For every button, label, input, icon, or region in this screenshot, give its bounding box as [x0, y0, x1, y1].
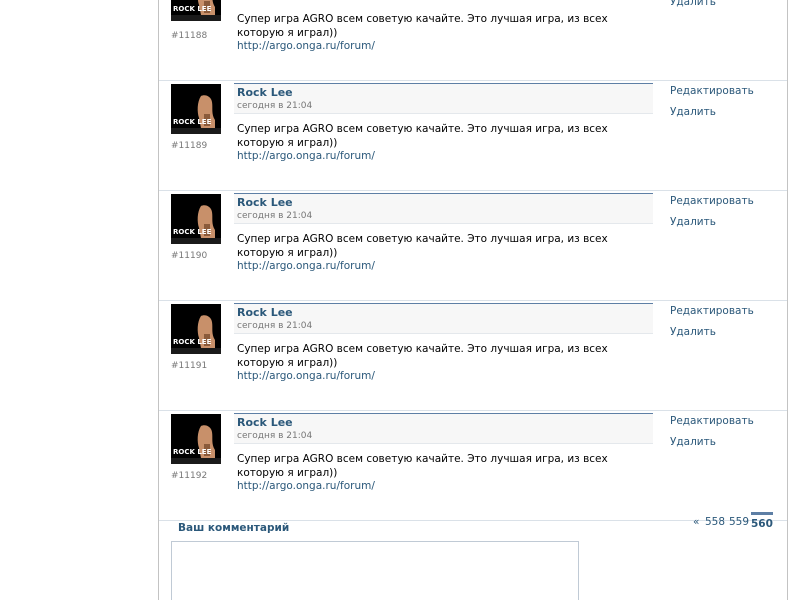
post-item: ROCK LEE #11190 Rock Lee сегодня в 21:04…: [159, 191, 787, 301]
post-header: Rock Lee сегодня в 21:04: [234, 193, 653, 224]
comment-label: Ваш комментарий: [178, 522, 290, 534]
pagination-current-page: 560: [751, 512, 773, 530]
avatar-caption: ROCK LEE: [173, 228, 212, 236]
delete-button[interactable]: Удалить: [670, 106, 716, 118]
post-author[interactable]: Rock Lee: [237, 196, 293, 209]
post-header: Rock Lee сегодня в 21:04: [234, 413, 653, 444]
post-number: #11190: [171, 251, 208, 261]
avatar-image: ROCK LEE: [171, 84, 221, 134]
post-text: Супер игра AGRO всем советую качайте. Эт…: [237, 343, 608, 369]
avatar[interactable]: ROCK LEE: [171, 0, 221, 21]
pagination-prev[interactable]: «: [693, 516, 699, 528]
post-number: #11191: [171, 361, 208, 371]
delete-button[interactable]: Удалить: [670, 216, 716, 228]
post-item: ROCK LEE #11188 Супер игра AGRO всем сов…: [159, 0, 787, 81]
avatar-caption: ROCK LEE: [173, 118, 212, 126]
delete-button[interactable]: Удалить: [670, 326, 716, 338]
post-date: сегодня в 21:04: [237, 211, 313, 221]
post-link[interactable]: http://argo.onga.ru/forum/: [237, 40, 375, 52]
edit-button[interactable]: Редактировать: [670, 195, 754, 207]
post-item: ROCK LEE #11191 Rock Lee сегодня в 21:04…: [159, 301, 787, 411]
post-number: #11188: [171, 31, 208, 41]
post-item: ROCK LEE #11189 Rock Lee сегодня в 21:04…: [159, 81, 787, 191]
pagination-page[interactable]: 558: [705, 516, 725, 528]
post-date: сегодня в 21:04: [237, 321, 313, 331]
post-number: #11189: [171, 141, 208, 151]
post-item: ROCK LEE #11192 Rock Lee сегодня в 21:04…: [159, 411, 787, 521]
post-number: #11192: [171, 471, 208, 481]
edit-button[interactable]: Редактировать: [670, 415, 754, 427]
delete-button[interactable]: Удалить: [670, 436, 716, 448]
post-link[interactable]: http://argo.onga.ru/forum/: [237, 260, 375, 272]
avatar[interactable]: ROCK LEE: [171, 304, 221, 354]
avatar-image: ROCK LEE: [171, 194, 221, 244]
edit-button[interactable]: Редактировать: [670, 85, 754, 97]
avatar[interactable]: ROCK LEE: [171, 84, 221, 134]
avatar-image: ROCK LEE: [171, 414, 221, 464]
post-date: сегодня в 21:04: [237, 101, 313, 111]
post-author[interactable]: Rock Lee: [237, 306, 293, 319]
post-link[interactable]: http://argo.onga.ru/forum/: [237, 480, 375, 492]
post-author[interactable]: Rock Lee: [237, 416, 293, 429]
avatar[interactable]: ROCK LEE: [171, 414, 221, 464]
post-text: Супер игра AGRO всем советую качайте. Эт…: [237, 453, 608, 479]
page: ROCK LEE #11188 Супер игра AGRO всем сов…: [0, 0, 800, 600]
post-text: Супер игра AGRO всем советую качайте. Эт…: [237, 233, 608, 259]
avatar-image: ROCK LEE: [171, 304, 221, 354]
post-header: Rock Lee сегодня в 21:04: [234, 303, 653, 334]
post-text: Супер игра AGRO всем советую качайте. Эт…: [237, 123, 608, 149]
delete-button[interactable]: Удалить: [670, 0, 716, 8]
avatar-caption: ROCK LEE: [173, 448, 212, 456]
edit-button[interactable]: Редактировать: [670, 305, 754, 317]
pagination-page[interactable]: 559: [729, 516, 749, 528]
post-date: сегодня в 21:04: [237, 431, 313, 441]
avatar-caption: ROCK LEE: [173, 338, 212, 346]
avatar-image: ROCK LEE: [171, 0, 221, 21]
content-column: ROCK LEE #11188 Супер игра AGRO всем сов…: [158, 0, 788, 600]
avatar-caption: ROCK LEE: [173, 5, 212, 13]
post-author[interactable]: Rock Lee: [237, 86, 293, 99]
post-link[interactable]: http://argo.onga.ru/forum/: [237, 150, 375, 162]
comment-input[interactable]: [171, 541, 579, 600]
post-text: Супер игра AGRO всем советую качайте. Эт…: [237, 13, 608, 39]
avatar[interactable]: ROCK LEE: [171, 194, 221, 244]
post-link[interactable]: http://argo.onga.ru/forum/: [237, 370, 375, 382]
post-header: Rock Lee сегодня в 21:04: [234, 83, 653, 114]
